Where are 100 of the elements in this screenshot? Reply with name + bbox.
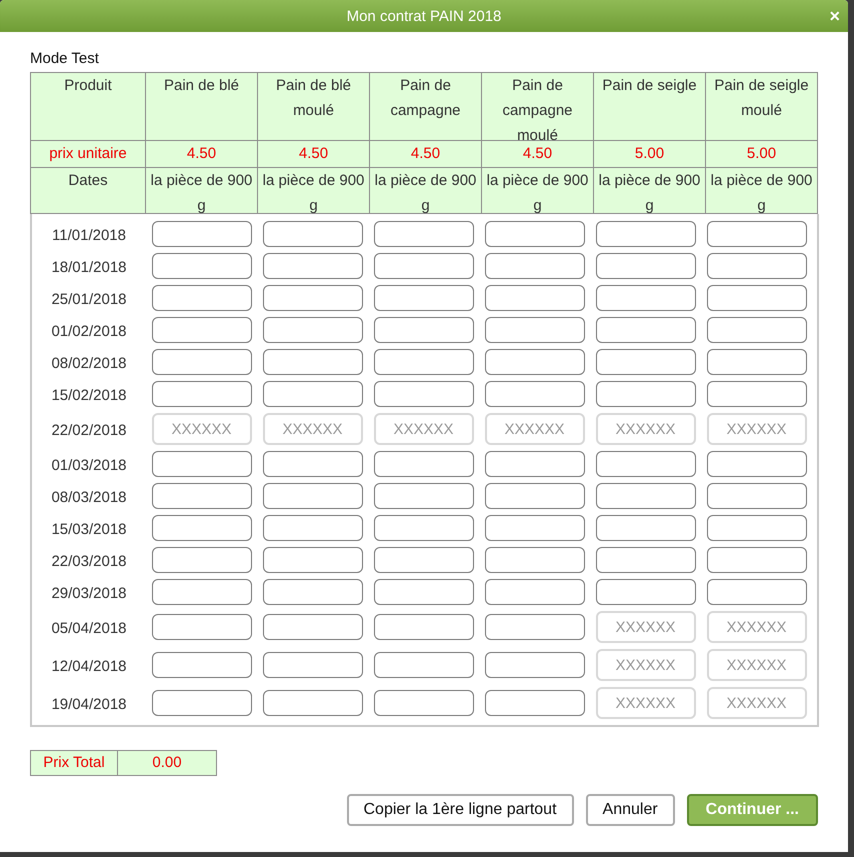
date-label: 18/01/2018 (51, 258, 127, 276)
date-label: 01/03/2018 (51, 456, 127, 474)
quantity-field[interactable] (262, 253, 362, 279)
quantity-field[interactable] (152, 579, 252, 605)
date-label: 15/03/2018 (51, 520, 127, 538)
quantity-field[interactable] (596, 547, 696, 573)
column-header: Pain de campagne (370, 73, 481, 140)
quantity-field[interactable] (152, 690, 252, 716)
quantity-field[interactable] (374, 451, 474, 477)
quantity-field[interactable] (706, 317, 806, 343)
quantity-field[interactable] (706, 285, 806, 311)
quantity-field[interactable] (374, 221, 474, 247)
date-label: 19/04/2018 (51, 694, 127, 712)
quantity-field[interactable] (374, 690, 474, 716)
quantity-field[interactable] (706, 451, 806, 477)
quantity-field[interactable] (152, 221, 252, 247)
quantity-field[interactable] (152, 285, 252, 311)
quantity-field[interactable] (706, 381, 806, 407)
quantity-field[interactable] (152, 652, 252, 678)
quantity-field[interactable] (484, 547, 584, 573)
quantity-field[interactable] (484, 253, 584, 279)
quantity-field[interactable] (706, 483, 806, 509)
quantity-field[interactable] (152, 614, 252, 640)
unit-size: la pièce de 900 g (258, 168, 369, 213)
quantity-field[interactable] (484, 483, 584, 509)
quantity-field[interactable] (374, 483, 474, 509)
quantity-field[interactable] (484, 317, 584, 343)
quantity-field[interactable] (262, 317, 362, 343)
unit-size: la pièce de 900 g (706, 168, 817, 213)
quantity-field[interactable] (484, 652, 584, 678)
quantity-field[interactable] (374, 349, 474, 375)
quantity-field[interactable] (152, 515, 252, 541)
quantity-field[interactable] (706, 515, 806, 541)
quantity-field[interactable] (374, 253, 474, 279)
unit-size: la pièce de 900 g (370, 168, 481, 213)
quantity-field[interactable] (152, 547, 252, 573)
quantity-field[interactable] (374, 285, 474, 311)
quantity-field[interactable] (152, 483, 252, 509)
quantity-field[interactable] (374, 515, 474, 541)
quantity-field[interactable] (262, 483, 362, 509)
date-label: 15/02/2018 (51, 386, 127, 404)
quantity-field[interactable] (262, 690, 362, 716)
quantity-field[interactable] (374, 652, 474, 678)
quantity-field[interactable] (484, 451, 584, 477)
quantity-field[interactable] (374, 381, 474, 407)
quantity-field[interactable] (152, 253, 252, 279)
quantity-field[interactable] (152, 349, 252, 375)
quantity-field[interactable] (152, 381, 252, 407)
unit-size: la pièce de 900 g (482, 168, 593, 213)
quantity-field[interactable] (484, 515, 584, 541)
quantity-field[interactable] (596, 349, 696, 375)
quantity-field[interactable] (596, 579, 696, 605)
quantity-field[interactable] (484, 349, 584, 375)
quantity-field[interactable] (262, 614, 362, 640)
column-header: Dates (31, 168, 145, 213)
quantity-field[interactable] (706, 253, 806, 279)
quantity-field[interactable] (374, 547, 474, 573)
quantity-field[interactable] (706, 579, 806, 605)
quantity-field[interactable] (706, 349, 806, 375)
quantity-field[interactable] (596, 253, 696, 279)
quantity-field[interactable] (484, 285, 584, 311)
quantity-field[interactable] (596, 515, 696, 541)
quantity-field[interactable] (262, 221, 362, 247)
quantity-field[interactable] (596, 317, 696, 343)
quantity-field[interactable] (596, 285, 696, 311)
action-button[interactable]: Copier la 1ère ligne partout (346, 794, 574, 826)
quantity-field[interactable] (706, 547, 806, 573)
quantity-field[interactable] (484, 690, 584, 716)
quantity-field[interactable] (484, 221, 584, 247)
quantity-field[interactable] (484, 614, 584, 640)
quantity-field[interactable] (374, 317, 474, 343)
quantity-field[interactable] (596, 451, 696, 477)
quantity-field[interactable] (484, 579, 584, 605)
quantity-field[interactable] (374, 614, 474, 640)
quantity-field[interactable] (262, 579, 362, 605)
quantity-field[interactable] (262, 381, 362, 407)
quantity-field[interactable] (152, 317, 252, 343)
date-label: 08/02/2018 (51, 354, 127, 372)
quantity-field[interactable] (374, 579, 474, 605)
unit-size: la pièce de 900 g (594, 168, 705, 213)
quantity-field[interactable] (596, 483, 696, 509)
column-header: Pain de blé moulé (258, 73, 369, 140)
mode-label: Mode Test (30, 50, 100, 67)
column-header: Pain de seigle (594, 73, 705, 140)
quantity-field[interactable] (262, 652, 362, 678)
total-label: Prix Total (30, 750, 118, 776)
quantity-field[interactable] (262, 515, 362, 541)
action-button[interactable]: Annuler (586, 794, 675, 826)
column-header: Pain de campagne moulé (482, 73, 593, 140)
quantity-field[interactable] (262, 451, 362, 477)
quantity-field[interactable] (596, 381, 696, 407)
quantity-field[interactable] (262, 547, 362, 573)
quantity-field[interactable] (706, 221, 806, 247)
date-label: 22/03/2018 (51, 552, 127, 570)
column-header: Pain de seigle moulé (706, 73, 817, 140)
quantity-field[interactable] (262, 349, 362, 375)
quantity-field[interactable] (262, 285, 362, 311)
quantity-field[interactable] (596, 221, 696, 247)
quantity-field[interactable] (152, 451, 252, 477)
quantity-field[interactable] (484, 381, 584, 407)
